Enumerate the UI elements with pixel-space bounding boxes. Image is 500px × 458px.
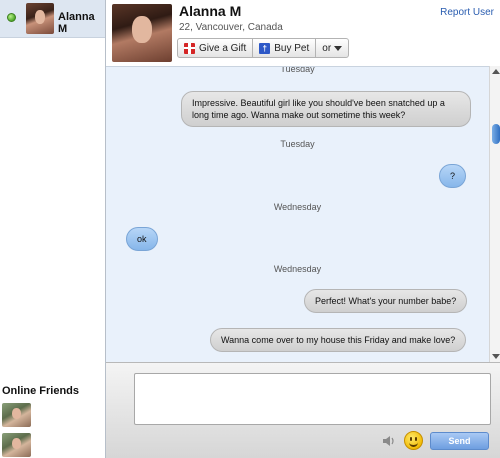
profile-name: Alanna M [179, 3, 242, 19]
online-friend-avatar[interactable] [2, 433, 31, 457]
day-separator: Wednesday [273, 202, 322, 212]
report-user-link[interactable]: Report User [440, 7, 494, 18]
active-chat-item[interactable]: Alanna M [0, 0, 105, 38]
emoticon-icon[interactable] [404, 431, 423, 450]
online-friends-heading: Online Friends [2, 385, 80, 397]
day-separator: Tuesday [280, 66, 315, 74]
pet-icon: † [259, 42, 271, 54]
message-list[interactable]: Tuesday Impressive. Beautiful girl like … [106, 66, 489, 362]
gift-icon [184, 42, 195, 54]
online-friend-avatar[interactable] [2, 403, 31, 427]
message-sent: Perfect! What's your number babe? [304, 289, 468, 313]
message-sent: Wanna come over to my house this Friday … [210, 328, 467, 352]
buy-pet-button[interactable]: † Buy Pet [252, 38, 317, 58]
day-separator: Wednesday [273, 264, 322, 274]
chevron-down-icon [334, 45, 343, 51]
profile-actions: Give a Gift † Buy Pet or [177, 38, 350, 58]
message-sent: ? [439, 164, 467, 188]
profile-details: 22, Vancouver, Canada [179, 22, 283, 33]
give-gift-label: Give a Gift [199, 42, 247, 54]
chat-window: Alanna M Online Friends Alanna M 22, Van… [0, 0, 500, 458]
message-received: Impressive. Beautiful girl like you shou… [181, 91, 471, 127]
message-received: ok [126, 227, 158, 251]
message-input[interactable] [134, 373, 491, 425]
sidebar: Alanna M Online Friends [0, 0, 105, 458]
conversation-panel: Alanna M 22, Vancouver, Canada Report Us… [105, 0, 500, 458]
scroll-up-icon[interactable] [492, 69, 500, 74]
send-button[interactable]: Send [430, 432, 489, 450]
buy-pet-label: Buy Pet [274, 42, 310, 54]
scroll-thumb[interactable] [492, 124, 500, 144]
message-scrollbar[interactable] [489, 66, 500, 362]
more-actions-dropdown[interactable]: or [315, 38, 350, 58]
profile-avatar[interactable] [112, 4, 172, 62]
speaker-icon[interactable] [382, 435, 396, 447]
scroll-down-icon[interactable] [492, 354, 500, 359]
active-chat-name: Alanna M [58, 11, 95, 35]
day-separator: Tuesday [280, 139, 315, 149]
avatar [26, 3, 54, 34]
online-status-icon [7, 13, 16, 22]
composer: Send [106, 362, 500, 458]
more-actions-label: or [322, 42, 332, 54]
give-gift-button[interactable]: Give a Gift [177, 38, 254, 58]
